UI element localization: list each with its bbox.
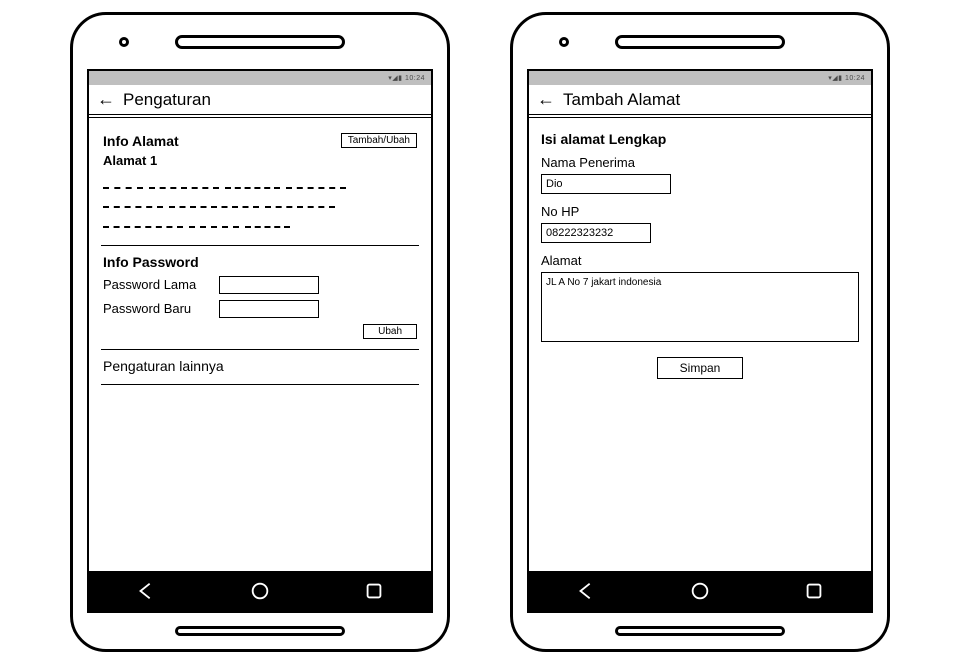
tambah-ubah-button[interactable]: Tambah/Ubah bbox=[341, 133, 417, 148]
status-text: ▾◢▮ 10:24 bbox=[388, 74, 425, 82]
section-info-password: Info Password Password Lama Password Bar… bbox=[101, 246, 419, 350]
field-alamat: Alamat bbox=[541, 253, 859, 345]
info-alamat-title: Info Alamat bbox=[103, 133, 179, 149]
pengaturan-lainnya-title: Pengaturan lainnya bbox=[103, 358, 417, 374]
android-nav-bar bbox=[89, 571, 431, 611]
nav-home-button[interactable] bbox=[249, 580, 271, 602]
content-right: Isi alamat Lengkap Nama Penerima No HP A… bbox=[529, 115, 871, 571]
alamat-placeholder-text bbox=[103, 176, 417, 235]
phone-top bbox=[513, 15, 887, 69]
alamat-textarea[interactable] bbox=[541, 272, 859, 342]
status-bar: ▾◢▮ 10:24 bbox=[89, 71, 431, 85]
phone-left: ▾◢▮ 10:24 ← Pengaturan Info Alamat Tamba… bbox=[70, 12, 450, 652]
phone-bottom bbox=[73, 613, 447, 649]
speaker-bottom-icon bbox=[175, 626, 345, 636]
nav-back-button[interactable] bbox=[135, 580, 157, 602]
alamat-1-label: Alamat 1 bbox=[103, 153, 417, 168]
nama-label: Nama Penerima bbox=[541, 155, 859, 170]
back-arrow-icon[interactable]: ← bbox=[537, 89, 555, 110]
password-baru-input[interactable] bbox=[219, 300, 319, 318]
app-bar: ← Tambah Alamat bbox=[529, 85, 871, 115]
page-title: Tambah Alamat bbox=[563, 90, 680, 110]
phone-top bbox=[73, 15, 447, 69]
app-bar: ← Pengaturan bbox=[89, 85, 431, 115]
screen-right: ▾◢▮ 10:24 ← Tambah Alamat Isi alamat Len… bbox=[527, 69, 873, 613]
hp-label: No HP bbox=[541, 204, 859, 219]
nav-back-button[interactable] bbox=[575, 580, 597, 602]
form-title: Isi alamat Lengkap bbox=[541, 131, 859, 147]
nav-home-button[interactable] bbox=[689, 580, 711, 602]
screen-left: ▾◢▮ 10:24 ← Pengaturan Info Alamat Tamba… bbox=[87, 69, 433, 613]
password-lama-input[interactable] bbox=[219, 276, 319, 294]
info-password-title: Info Password bbox=[103, 254, 417, 270]
field-nama: Nama Penerima bbox=[541, 155, 859, 194]
camera-icon bbox=[559, 37, 569, 47]
speaker-top-icon bbox=[175, 35, 345, 49]
nav-recent-button[interactable] bbox=[363, 580, 385, 602]
ubah-button[interactable]: Ubah bbox=[363, 324, 417, 339]
nama-input[interactable] bbox=[541, 174, 671, 194]
alamat-label: Alamat bbox=[541, 253, 859, 268]
hp-input[interactable] bbox=[541, 223, 651, 243]
phone-right: ▾◢▮ 10:24 ← Tambah Alamat Isi alamat Len… bbox=[510, 12, 890, 652]
phone-bottom bbox=[513, 613, 887, 649]
field-hp: No HP bbox=[541, 204, 859, 243]
camera-icon bbox=[119, 37, 129, 47]
speaker-top-icon bbox=[615, 35, 785, 49]
status-bar: ▾◢▮ 10:24 bbox=[529, 71, 871, 85]
android-nav-bar bbox=[529, 571, 871, 611]
password-baru-label: Password Baru bbox=[103, 301, 213, 316]
password-lama-label: Password Lama bbox=[103, 277, 213, 292]
section-info-alamat: Info Alamat Tambah/Ubah Alamat 1 bbox=[101, 125, 419, 246]
content-left: Info Alamat Tambah/Ubah Alamat 1 Info Pa… bbox=[89, 115, 431, 571]
back-arrow-icon[interactable]: ← bbox=[97, 89, 115, 110]
status-text: ▾◢▮ 10:24 bbox=[828, 74, 865, 82]
nav-recent-button[interactable] bbox=[803, 580, 825, 602]
section-pengaturan-lainnya: Pengaturan lainnya bbox=[101, 350, 419, 385]
simpan-button[interactable]: Simpan bbox=[657, 357, 744, 379]
speaker-bottom-icon bbox=[615, 626, 785, 636]
page-title: Pengaturan bbox=[123, 90, 211, 110]
